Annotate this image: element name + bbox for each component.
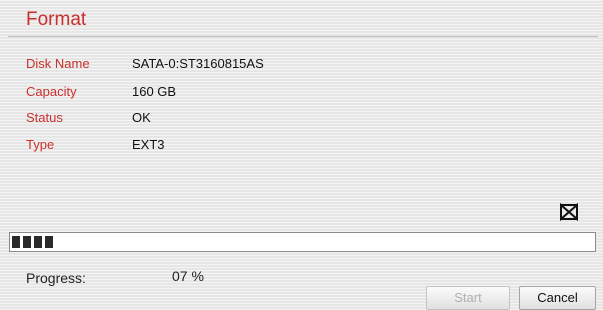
progress-block [12, 236, 20, 248]
capacity-label: Capacity [26, 84, 77, 99]
disk-name-value: SATA-0:ST3160815AS [132, 56, 264, 71]
progress-bar [9, 232, 596, 252]
window-title-strip [0, 0, 603, 8]
progress-bar-fill [12, 236, 53, 248]
disk-name-label: Disk Name [26, 56, 90, 71]
progress-value: 07 % [172, 268, 204, 284]
close-icon[interactable] [559, 202, 579, 222]
start-button[interactable]: Start [426, 286, 510, 310]
progress-block [34, 236, 42, 248]
progress-block [23, 236, 31, 248]
status-value: OK [132, 110, 151, 125]
progress-label: Progress: [26, 270, 86, 286]
status-label: Status [26, 110, 63, 125]
title-divider [8, 36, 598, 37]
progress-block [45, 236, 53, 248]
type-label: Type [26, 137, 55, 152]
capacity-value: 160 GB [132, 84, 177, 99]
dialog-title: Format [26, 9, 87, 30]
type-value: EXT3 [132, 137, 165, 152]
cancel-button[interactable]: Cancel [519, 286, 596, 310]
